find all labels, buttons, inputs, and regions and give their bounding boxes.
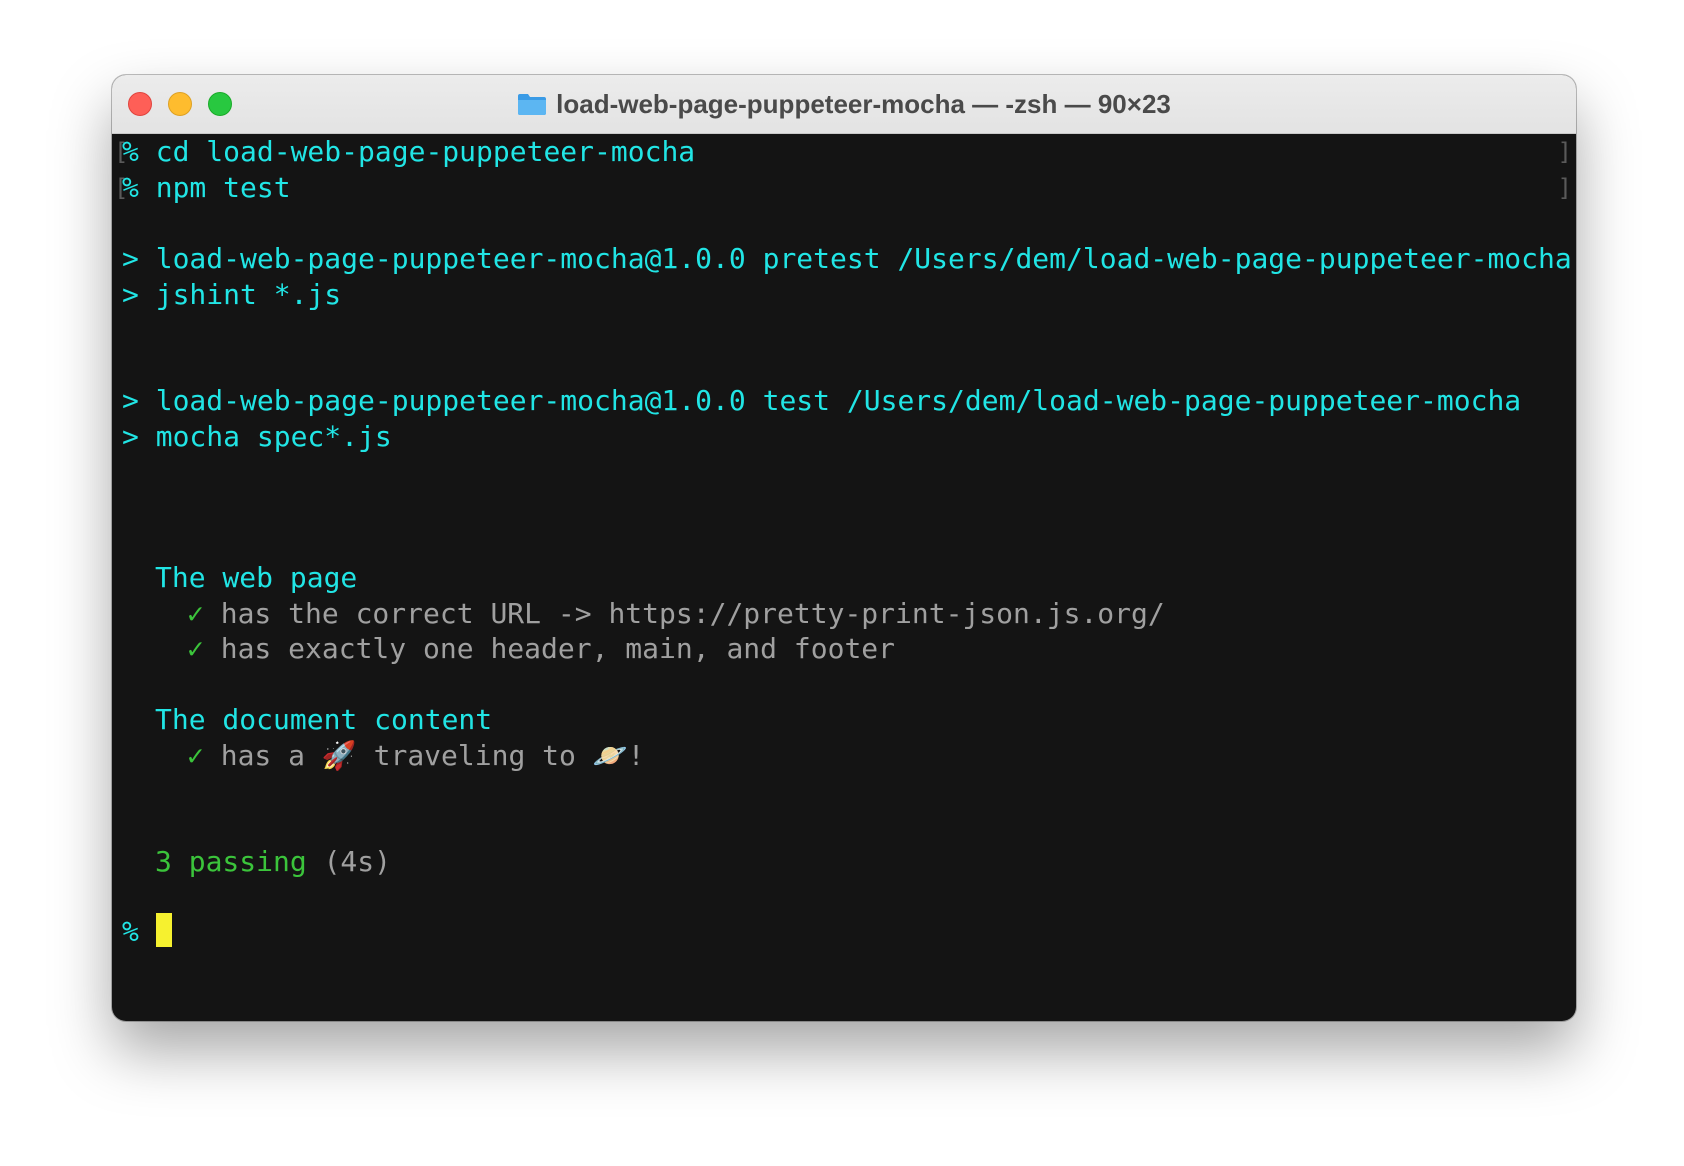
passing-count: 3 passing <box>155 845 307 878</box>
check-icon: ✓ <box>187 632 204 665</box>
terminal-window: load-web-page-puppeteer-mocha — -zsh — 9… <box>112 75 1576 1021</box>
test-summary: 3 passing (4s) <box>155 843 391 881</box>
suite-title: The document content <box>155 703 493 736</box>
prompt-line: % npm test <box>122 169 291 207</box>
folder-icon <box>517 92 547 116</box>
planet-icon: 🪐 <box>592 739 628 772</box>
prompt-symbol: % <box>122 135 139 168</box>
test-text: has a <box>220 739 322 772</box>
test-result: ✓ has exactly one header, main, and foot… <box>187 630 895 668</box>
window-title-container: load-web-page-puppeteer-mocha — -zsh — 9… <box>112 75 1576 133</box>
check-icon: ✓ <box>187 739 204 772</box>
check-icon: ✓ <box>187 597 204 630</box>
rocket-icon: 🚀 <box>321 739 357 772</box>
prompt-symbol: % <box>122 915 139 948</box>
title-bar[interactable]: load-web-page-puppeteer-mocha — -zsh — 9… <box>112 75 1576 134</box>
command-text: npm test <box>155 171 291 204</box>
active-prompt[interactable]: % <box>122 913 172 951</box>
script-line: > jshint *.js <box>122 278 342 311</box>
test-name: has the correct URL -> https://pretty-pr… <box>220 597 1165 630</box>
command-text: cd load-web-page-puppeteer-mocha <box>155 135 696 168</box>
test-duration: (4s) <box>323 845 392 878</box>
test-result: ✓ has the correct URL -> https://pretty-… <box>187 595 1165 633</box>
suite-title: The web page <box>155 561 358 594</box>
script-line: > load-web-page-puppeteer-mocha@1.0.0 te… <box>122 384 1522 417</box>
terminal-output[interactable]: [ % cd load-web-page-puppeteer-mocha ] [… <box>112 133 1576 1021</box>
window-title: load-web-page-puppeteer-mocha — -zsh — 9… <box>556 88 1171 119</box>
script-line: > load-web-page-puppeteer-mocha@1.0.0 pr… <box>122 242 1572 275</box>
prompt-symbol: % <box>122 171 139 204</box>
mark-bracket-right: ] <box>1557 138 1572 166</box>
test-name: has exactly one header, main, and footer <box>220 632 896 665</box>
script-line: > mocha spec*.js <box>122 420 392 453</box>
test-result: ✓ has a 🚀 traveling to 🪐! <box>187 737 645 775</box>
mark-bracket-right: ] <box>1557 174 1572 202</box>
test-text: ! <box>627 739 645 772</box>
test-text: traveling to <box>356 739 593 772</box>
text-cursor <box>155 913 172 947</box>
test-name: has a 🚀 traveling to 🪐! <box>221 739 645 772</box>
prompt-line: % cd load-web-page-puppeteer-mocha <box>122 133 695 171</box>
